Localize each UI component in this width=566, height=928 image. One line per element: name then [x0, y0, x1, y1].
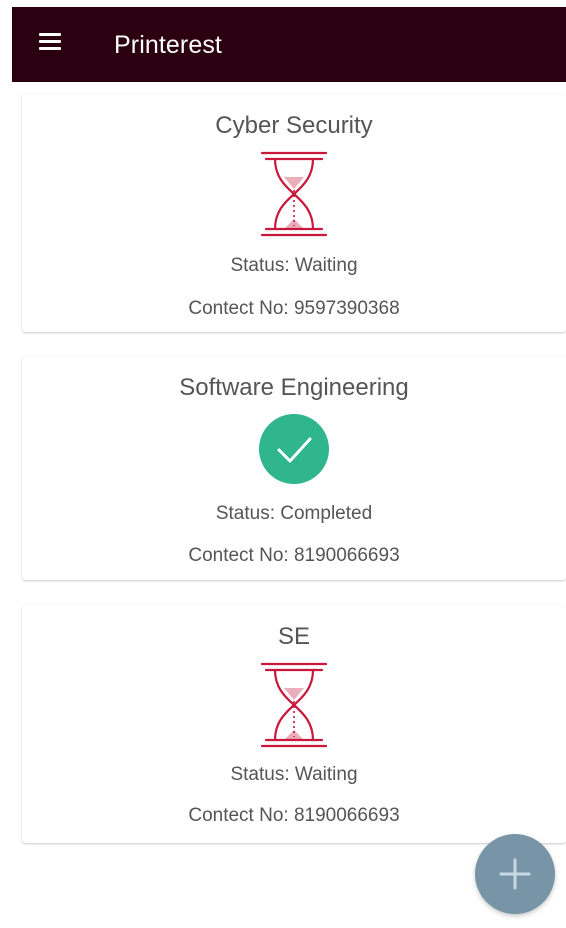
request-card-se[interactable]: SE Status: Waiting Contect No: 819006669… [22, 605, 566, 843]
hourglass-icon [260, 662, 328, 748]
card-contact: Contect No: 8190066693 [188, 545, 400, 566]
card-title: Cyber Security [215, 112, 373, 139]
card-title: Software Engineering [179, 374, 409, 401]
plus-icon [499, 858, 531, 890]
add-request-button[interactable] [475, 834, 555, 914]
app-screen: Printerest Cyber Security Status: Waitin… [0, 0, 566, 928]
card-contact: Contect No: 9597390368 [188, 298, 400, 319]
request-card-cyber-security[interactable]: Cyber Security Status: Waiting Contect N… [22, 94, 566, 332]
card-status: Status: Waiting [230, 255, 358, 276]
card-status: Status: Completed [215, 503, 373, 524]
card-contact: Contect No: 8190066693 [188, 805, 400, 826]
card-title: SE [277, 623, 310, 650]
check-circle-icon [259, 414, 329, 484]
request-card-software-engineering[interactable]: Software Engineering Status: Completed C… [22, 356, 566, 580]
card-status: Status: Waiting [230, 764, 358, 785]
hourglass-icon [260, 151, 328, 237]
request-card-list: Cyber Security Status: Waiting Contect N… [0, 0, 566, 928]
